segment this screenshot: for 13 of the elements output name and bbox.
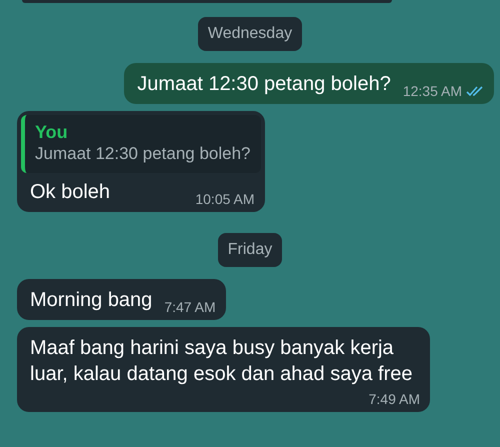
message-time: 12:35 AM [402,82,462,100]
message-time: 7:49 AM [368,390,420,408]
message-text: Jumaat 12:30 petang boleh? [137,72,391,97]
quote-author: You [35,121,68,143]
message-time: 7:47 AM [164,298,216,316]
message-text: Morning bang [30,288,152,313]
date-label: Friday [218,233,282,267]
date-label: Wednesday [198,17,302,51]
message-text: Maaf bang harini saya busy banyak kerja luar, kalau datang esok dan ahad saya free [30,336,414,387]
message-text: Ok boleh [30,180,110,205]
quoted-message[interactable]: You Jumaat 12:30 petang boleh? [21,115,261,173]
quote-text: Jumaat 12:30 petang boleh? [35,143,251,165]
message-time: 10:05 AM [195,190,255,208]
